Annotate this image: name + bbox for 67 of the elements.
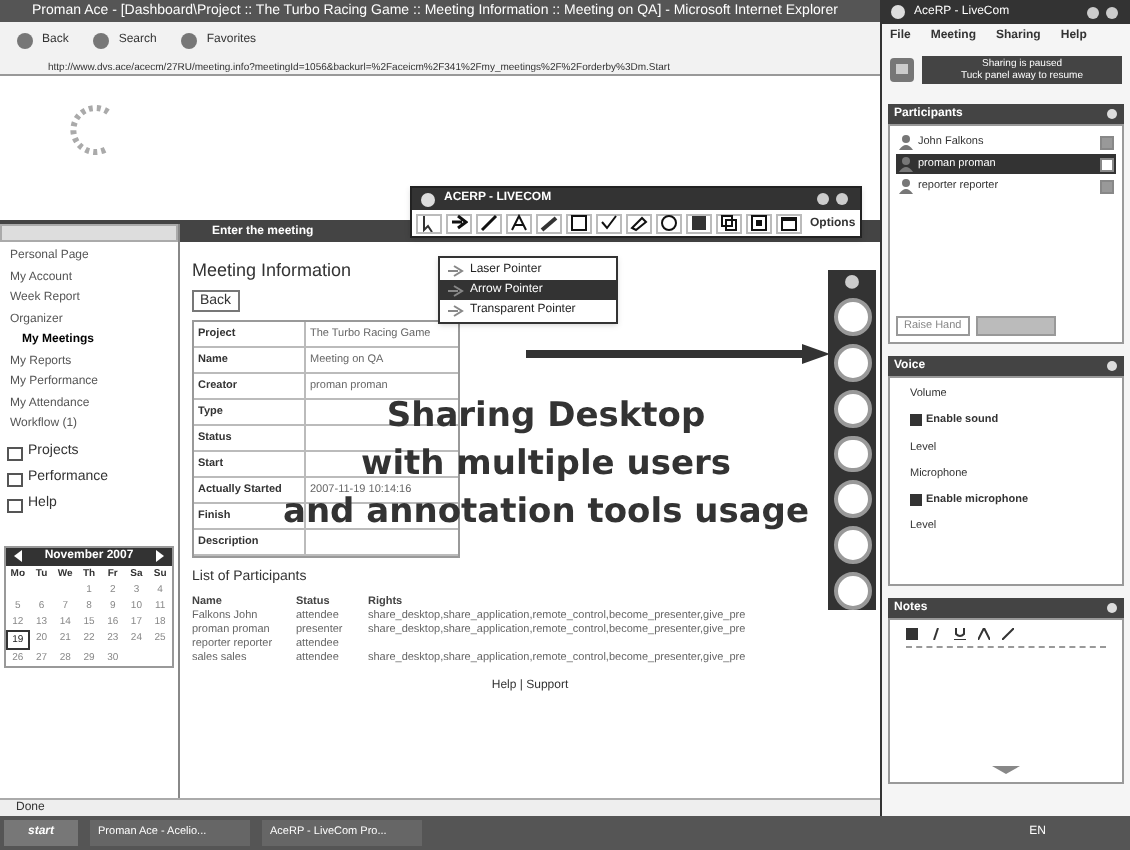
- tool-button[interactable]: [446, 213, 472, 233]
- checkbox[interactable]: [910, 414, 922, 427]
- eraser-icon: [630, 214, 648, 232]
- person-icon: [898, 178, 914, 194]
- person-icon: [898, 156, 914, 172]
- circle-icon: [660, 214, 678, 232]
- caption-text: Sharing Desktop: [386, 400, 706, 434]
- tool-strip-button[interactable]: [833, 526, 871, 565]
- tool-button[interactable]: [476, 213, 502, 233]
- check-icon: [600, 214, 618, 232]
- next-icon: [153, 549, 164, 561]
- status-square: [1100, 157, 1114, 171]
- tool-button[interactable]: [626, 213, 652, 233]
- tool-strip-button[interactable]: [833, 480, 871, 519]
- tool-strip-button[interactable]: [833, 572, 871, 611]
- tool-button[interactable]: [686, 213, 712, 233]
- logo-icon: [890, 4, 906, 20]
- window-controls-icon: [1086, 5, 1122, 19]
- status-square: [1100, 135, 1114, 149]
- dot-icon: [1106, 108, 1118, 120]
- marker-icon: [540, 214, 558, 232]
- bold-icon: [906, 628, 918, 640]
- caption-text: with multiple users: [361, 448, 731, 482]
- page-heading: Meeting Information: [192, 258, 352, 284]
- rectangle-icon: [570, 214, 588, 232]
- italic-icon: [930, 628, 942, 640]
- window-controls-icon: [816, 192, 852, 206]
- person-icon: [898, 134, 914, 150]
- logo-icon: [420, 191, 436, 207]
- windows-icon: [720, 214, 738, 232]
- tool-strip-button[interactable]: [833, 297, 871, 336]
- previous-icon: [14, 549, 24, 561]
- pointer-icon: [446, 283, 464, 297]
- tool-button[interactable]: [506, 213, 532, 233]
- screen-icon: [890, 58, 914, 82]
- font-color-icon: [978, 628, 990, 640]
- collapse-icon: [992, 766, 1020, 774]
- tool-strip-button[interactable]: [833, 389, 871, 428]
- checkbox[interactable]: [910, 494, 922, 507]
- tool-strip-button[interactable]: [833, 435, 871, 473]
- caption-text: and annotation tools usage: [282, 496, 809, 530]
- pointer-icon: [446, 303, 464, 317]
- dot-icon: [1106, 602, 1118, 614]
- underline-icon: [954, 628, 966, 640]
- tool-button[interactable]: [416, 213, 442, 233]
- pen-icon: [480, 214, 498, 232]
- window-icon: [780, 214, 798, 232]
- tool-strip-button[interactable]: [833, 343, 871, 382]
- dot-icon: [1106, 360, 1118, 372]
- tool-button[interactable]: [776, 213, 802, 233]
- tool-button[interactable]: [536, 213, 562, 233]
- status-square: [1100, 179, 1114, 193]
- text-icon: [510, 214, 528, 232]
- tool-button[interactable]: [656, 213, 682, 233]
- tool-button[interactable]: [566, 213, 592, 233]
- circle-icon: [16, 32, 34, 50]
- arrow-icon: [450, 214, 468, 232]
- circle-icon: [180, 32, 199, 50]
- tool-button[interactable]: [716, 213, 742, 233]
- dot-icon: [844, 274, 860, 290]
- pointer-icon: [446, 263, 464, 277]
- pen-icon: [1002, 628, 1014, 640]
- tool-button[interactable]: [596, 213, 622, 233]
- color-swatch-icon: [690, 214, 708, 232]
- circle-icon: [92, 32, 111, 50]
- window-icon: [750, 214, 768, 232]
- tool-button[interactable]: [746, 213, 772, 233]
